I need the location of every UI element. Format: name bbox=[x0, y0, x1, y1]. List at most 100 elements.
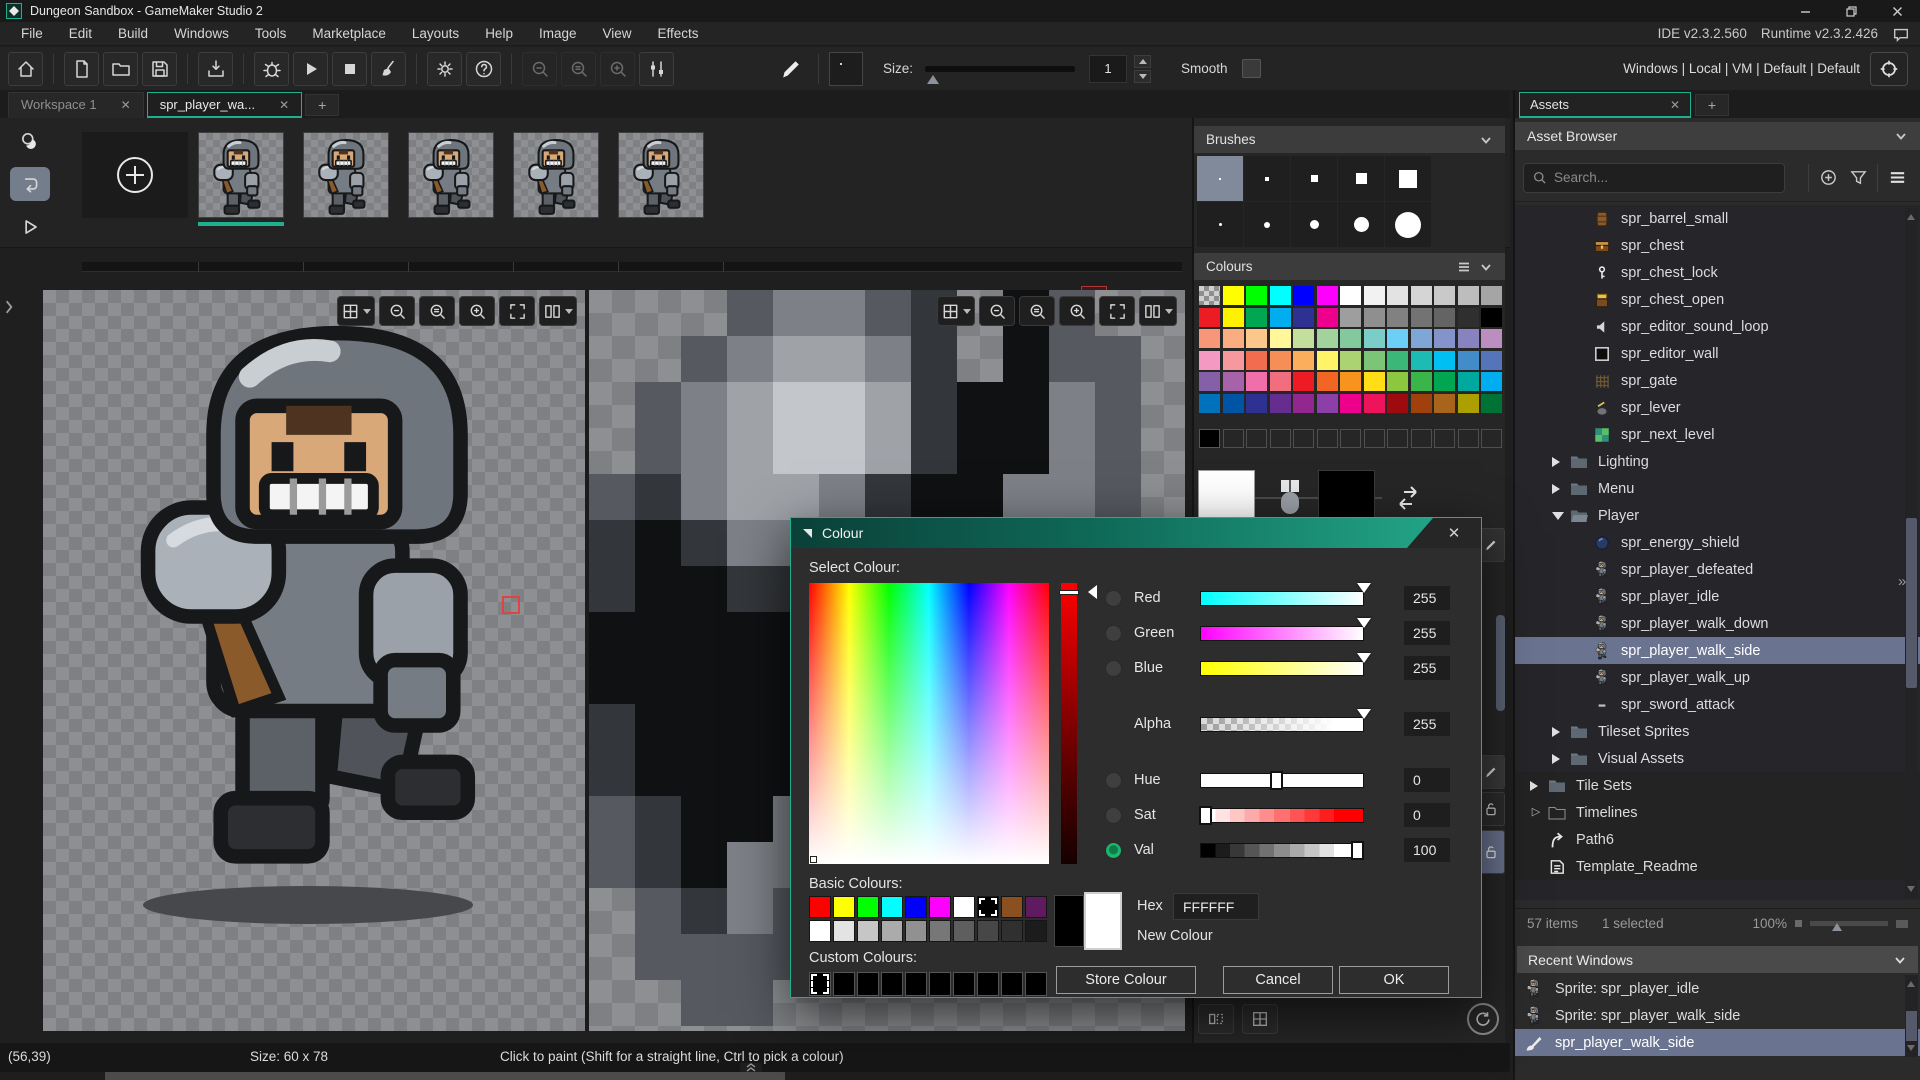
brush-size-value[interactable]: 1 bbox=[1089, 54, 1128, 83]
split-button[interactable] bbox=[1139, 296, 1177, 326]
target-icon[interactable] bbox=[1870, 51, 1908, 86]
palette-swatch-4-5[interactable] bbox=[1316, 372, 1338, 391]
tree-item-spr-editor-sound-loop[interactable]: spr_editor_sound_loop bbox=[1515, 313, 1920, 340]
basic-colour-1-3[interactable] bbox=[881, 920, 903, 942]
bottom-scrollbar[interactable] bbox=[0, 1063, 1510, 1080]
val-radio[interactable] bbox=[1105, 841, 1122, 859]
collapse-arrow-icon[interactable] bbox=[1552, 511, 1564, 526]
palette-swatch-4-3[interactable] bbox=[1269, 372, 1291, 391]
brush-circle-3[interactable] bbox=[1338, 202, 1384, 247]
grid-tool-icon[interactable] bbox=[1242, 1004, 1278, 1034]
palette-swatch-0-1[interactable] bbox=[1222, 286, 1244, 305]
grid-button[interactable] bbox=[337, 296, 375, 326]
play-animation-button[interactable] bbox=[10, 210, 50, 244]
sat-slider[interactable] bbox=[1198, 805, 1364, 825]
zoom-in-button[interactable] bbox=[600, 51, 635, 86]
green-radio[interactable] bbox=[1105, 624, 1122, 642]
palette-swatch-2-8[interactable] bbox=[1387, 329, 1408, 348]
dialog-custom-colour-8[interactable] bbox=[1001, 972, 1023, 996]
palette-swatch-1-12[interactable] bbox=[1481, 307, 1502, 327]
custom-swatch-9[interactable] bbox=[1410, 428, 1432, 448]
brush-square-1[interactable] bbox=[1244, 156, 1290, 201]
chevron-down-icon[interactable] bbox=[1479, 133, 1493, 147]
basic-colour-0-9[interactable] bbox=[1025, 896, 1047, 918]
tree-item-tile-sets[interactable]: Tile Sets bbox=[1515, 772, 1920, 799]
target-config-text[interactable]: Windows | Local | VM | Default | Default bbox=[1623, 61, 1860, 76]
dialog-custom-colour-3[interactable] bbox=[881, 972, 903, 996]
palette-swatch-1-8[interactable] bbox=[1387, 307, 1408, 327]
palette-swatch-1-9[interactable] bbox=[1410, 307, 1432, 327]
custom-swatch-1[interactable] bbox=[1222, 428, 1244, 448]
brush-circle-4[interactable] bbox=[1385, 202, 1431, 247]
green-slider[interactable] bbox=[1200, 617, 1371, 641]
tree-item-spr-sword-attack[interactable]: spr_sword_attack bbox=[1515, 691, 1920, 718]
basic-colour-0-6[interactable] bbox=[953, 896, 975, 918]
palette-swatch-3-8[interactable] bbox=[1387, 350, 1408, 370]
tree-item-spr-barrel-small[interactable]: spr_barrel_small bbox=[1515, 205, 1920, 232]
alpha-slider[interactable] bbox=[1200, 708, 1371, 732]
palette-swatch-4-8[interactable] bbox=[1387, 372, 1408, 391]
custom-swatch-12[interactable] bbox=[1481, 428, 1502, 448]
blue-slider[interactable] bbox=[1200, 652, 1371, 676]
canvas-view-fit[interactable] bbox=[43, 290, 585, 1031]
maximize-icon[interactable] bbox=[1828, 0, 1874, 22]
palette-swatch-5-6[interactable] bbox=[1340, 393, 1361, 413]
stop-button[interactable] bbox=[332, 51, 367, 86]
palette-swatch-3-10[interactable] bbox=[1434, 350, 1455, 370]
palette-swatch-2-6[interactable] bbox=[1340, 329, 1361, 348]
basic-colour-0-1[interactable] bbox=[833, 896, 855, 918]
add-frame-button[interactable] bbox=[82, 132, 188, 218]
clean-button[interactable] bbox=[371, 51, 406, 86]
basic-colour-0-2[interactable] bbox=[857, 896, 879, 918]
brush-square-3[interactable] bbox=[1338, 156, 1384, 201]
palette-swatch-3-12[interactable] bbox=[1481, 350, 1502, 370]
zoom-in-button[interactable] bbox=[1059, 296, 1095, 326]
custom-swatch-10[interactable] bbox=[1434, 428, 1455, 448]
palette-swatch-3-6[interactable] bbox=[1340, 350, 1361, 370]
colour-spectrum[interactable] bbox=[809, 583, 1049, 864]
zoom-reset-button[interactable] bbox=[1019, 296, 1055, 326]
recent-window-spr-player-walk-side[interactable]: spr_player_walk_side bbox=[1515, 1029, 1920, 1056]
browser-menu-icon[interactable] bbox=[1882, 163, 1912, 193]
dialog-custom-colour-0[interactable] bbox=[809, 972, 831, 996]
dock-expand-icon[interactable]: » bbox=[1898, 573, 1906, 590]
expand-arrow-icon[interactable] bbox=[1551, 753, 1565, 764]
close-icon[interactable]: ✕ bbox=[1670, 98, 1680, 112]
tree-item-spr-player-walk-side[interactable]: spr_player_walk_side bbox=[1515, 637, 1920, 664]
ok-button[interactable]: OK bbox=[1339, 966, 1449, 994]
palette-swatch-3-4[interactable] bbox=[1293, 350, 1314, 370]
custom-swatch-0[interactable] bbox=[1199, 428, 1220, 448]
close-icon[interactable]: ✕ bbox=[121, 98, 131, 112]
palette-swatch-5-8[interactable] bbox=[1387, 393, 1408, 413]
minimize-icon[interactable] bbox=[1782, 0, 1828, 22]
palette-swatch-3-0[interactable] bbox=[1199, 350, 1220, 370]
palette-swatch-0-9[interactable] bbox=[1410, 286, 1432, 305]
dialog-custom-colour-4[interactable] bbox=[905, 972, 927, 996]
green-value[interactable]: 255 bbox=[1404, 621, 1450, 645]
basic-colour-1-7[interactable] bbox=[977, 920, 999, 942]
tree-item-player[interactable]: Player bbox=[1515, 502, 1920, 529]
recent-window-sprite-spr-player-walk-side[interactable]: Sprite: spr_player_walk_side bbox=[1515, 1002, 1920, 1029]
tree-item-lighting[interactable]: Lighting bbox=[1515, 448, 1920, 475]
tree-scrollbar[interactable] bbox=[1905, 208, 1918, 898]
menu-view[interactable]: View bbox=[589, 26, 644, 41]
palette-swatch-3-5[interactable] bbox=[1316, 350, 1338, 370]
new-panel-tab-button[interactable]: + bbox=[1695, 94, 1729, 116]
basic-colour-0-4[interactable] bbox=[905, 896, 927, 918]
brush-preview[interactable] bbox=[829, 51, 863, 86]
zoom-reset-button[interactable] bbox=[561, 51, 596, 86]
recent-scrollbar[interactable] bbox=[1905, 975, 1918, 1057]
size-increment-button[interactable] bbox=[1134, 54, 1152, 68]
palette-swatch-3-11[interactable] bbox=[1457, 350, 1479, 370]
tab-workspace-1[interactable]: Workspace 1 ✕ bbox=[8, 92, 144, 118]
palette-swatch-0-4[interactable] bbox=[1293, 286, 1314, 305]
palette-swatch-5-10[interactable] bbox=[1434, 393, 1455, 413]
palette-swatch-2-1[interactable] bbox=[1222, 329, 1244, 348]
tree-item-spr-lever[interactable]: spr_lever bbox=[1515, 394, 1920, 421]
palette-swatch-4-4[interactable] bbox=[1293, 372, 1314, 391]
basic-colour-1-2[interactable] bbox=[857, 920, 879, 942]
asset-browser-header[interactable]: Asset Browser bbox=[1515, 122, 1920, 150]
tree-item-spr-player-walk-up[interactable]: spr_player_walk_up bbox=[1515, 664, 1920, 691]
expand-arrow-icon[interactable] bbox=[1551, 726, 1565, 737]
custom-swatch-5[interactable] bbox=[1316, 428, 1338, 448]
